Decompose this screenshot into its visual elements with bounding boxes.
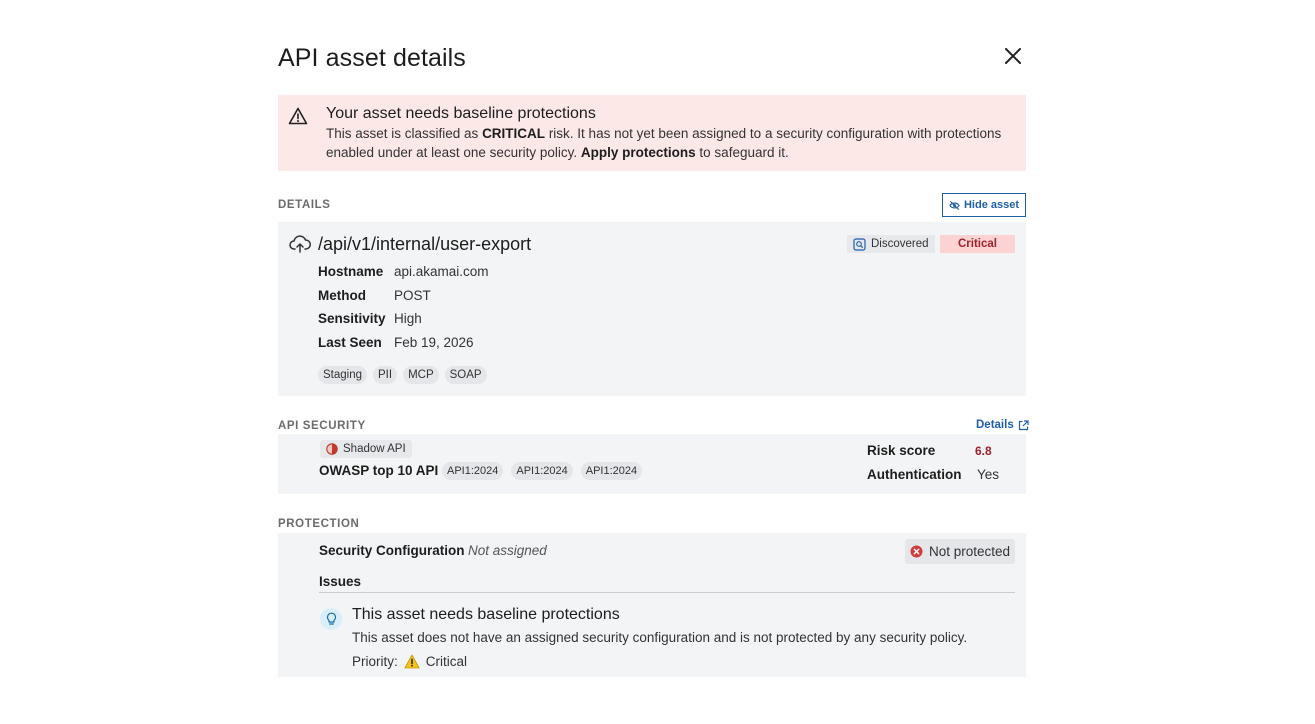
protection-section-label: PROTECTION [278, 518, 360, 530]
authentication-label: Authentication [867, 467, 962, 482]
issues-heading: Issues [319, 574, 362, 589]
protection-card: Security Configuration Not assigned Not … [278, 533, 1026, 677]
tag-soap: SOAP [444, 366, 487, 384]
shadow-api-icon [326, 443, 338, 455]
issue-title: This asset needs baseline protections [352, 606, 620, 623]
alert-body-text: to safeguard it. [695, 144, 789, 160]
tag-pii: PII [373, 366, 398, 384]
discovered-search-icon [853, 237, 866, 251]
protection-status-label: Not protected [928, 544, 1011, 559]
risk-score-label: Risk score [867, 443, 936, 458]
risk-score-value: 6.8 [975, 444, 992, 458]
warning-icon [288, 107, 308, 125]
api-asset-details-modal: API asset details Your asset needs basel… [278, 0, 1029, 724]
field-key: Last Seen [318, 335, 382, 350]
protection-status-badge: Not protected [905, 539, 1015, 564]
close-button[interactable] [1002, 45, 1024, 67]
details-section-label: DETAILS [278, 199, 331, 211]
field-key: Hostname [318, 264, 384, 279]
lightbulb-icon [320, 608, 342, 630]
issue-description: This asset does not have an assigned sec… [352, 630, 968, 645]
api-security-section-label: API SECURITY [278, 420, 366, 432]
close-icon [1005, 48, 1021, 64]
tag-staging: Staging [318, 366, 368, 384]
field-value: High [394, 311, 422, 326]
authentication-value: Yes [977, 467, 1000, 482]
owasp-tag: API1:2024 [442, 462, 504, 480]
issues-divider [319, 592, 1015, 593]
api-security-card: Shadow API OWASP top 10 API API1:2024 AP… [278, 434, 1026, 494]
asset-tags: Staging PII MCP SOAP [318, 366, 487, 384]
eye-off-icon [949, 200, 960, 210]
owasp-tag: API1:2024 [511, 462, 573, 480]
priority-value: Critical [425, 654, 468, 669]
field-value: POST [394, 288, 431, 303]
priority-warning-icon [404, 654, 420, 669]
error-circle-icon [910, 545, 923, 558]
priority-label: Priority: [352, 654, 398, 669]
owasp-tag: API1:2024 [580, 462, 643, 480]
issue-priority: Priority: Critical [352, 654, 467, 669]
api-security-details-link[interactable]: Details [976, 419, 1029, 431]
details-card: /api/v1/internal/user-export Discovered … [278, 222, 1026, 396]
alert-body-text: This asset is classified as [326, 126, 483, 141]
modal-title: API asset details [278, 44, 466, 72]
external-link-icon [1018, 419, 1029, 430]
lightbulb-glyph [326, 612, 336, 625]
alert-risk-level: CRITICAL [482, 126, 546, 141]
endpoint-path: /api/v1/internal/user-export [318, 234, 532, 254]
apply-protections-link[interactable]: Apply protections [581, 145, 696, 160]
baseline-protection-alert: Your asset needs baseline protections Th… [278, 95, 1026, 171]
field-key: Sensitivity [318, 311, 386, 326]
cloud-upload-icon [289, 235, 311, 253]
hide-asset-button[interactable]: Hide asset [942, 193, 1026, 217]
security-configuration-value: Not assigned [468, 543, 547, 558]
tag-mcp: MCP [403, 366, 439, 384]
discovered-label: Discovered [871, 238, 929, 250]
details-link-label: Details [976, 419, 1014, 431]
field-key: Method [318, 288, 366, 303]
shadow-api-badge: Shadow API [320, 440, 412, 458]
field-value: Feb 19, 2026 [394, 335, 474, 350]
owasp-tags: API1:2024 API1:2024 API1:2024 [442, 462, 643, 480]
hide-asset-label: Hide asset [963, 199, 1020, 211]
alert-body: This asset is classified as CRITICAL ris… [326, 125, 1018, 162]
discovered-badge: Discovered [847, 235, 935, 253]
owasp-label: OWASP top 10 API [319, 463, 439, 478]
field-value: api.akamai.com [394, 264, 489, 279]
alert-title: Your asset needs baseline protections [326, 105, 596, 122]
shadow-api-label: Shadow API [343, 443, 406, 455]
risk-level-badge: Critical [940, 235, 1015, 253]
security-configuration-label: Security Configuration [319, 543, 465, 558]
